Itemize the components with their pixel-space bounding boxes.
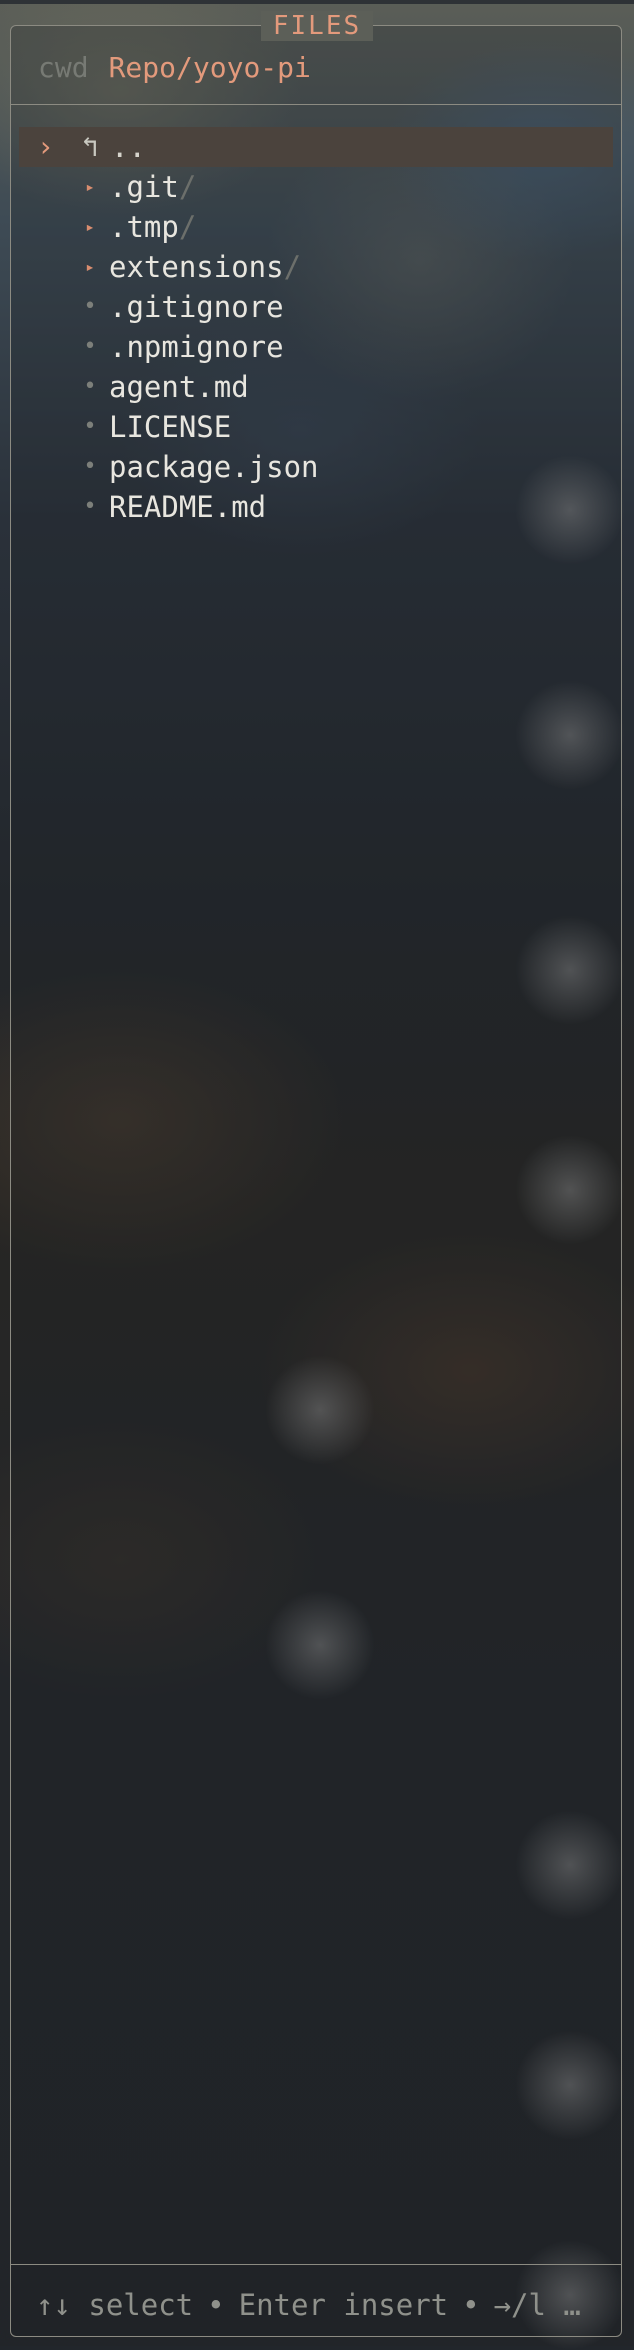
hint-separator: • [207,2288,225,2322]
hint-insert: Enter insert [238,2288,449,2322]
entry-name: agent.md [109,370,249,404]
entry-name: README.md [109,490,267,524]
file-dot-icon: • [83,494,97,519]
entry-label: LICENSE [109,407,231,447]
parent-directory-icon: ↰ [81,130,99,163]
entry-name: extensions [109,250,284,284]
cwd-row: cwd Repo/yoyo-pi [38,50,311,86]
folder-triangle-icon: ▸ [85,217,95,236]
entry-label: .git/ [109,167,196,207]
entry-name: .gitignore [109,290,284,324]
file-dot-icon: • [83,294,97,319]
folder-row[interactable]: ▸ extensions/ [19,247,613,287]
entry-name: .tmp [109,210,179,244]
folder-triangle-icon: ▸ [85,177,95,196]
file-row[interactable]: • .gitignore [19,287,613,327]
entry-label: .tmp/ [109,207,196,247]
file-row[interactable]: • .npmignore [19,327,613,367]
file-row[interactable]: • agent.md [19,367,613,407]
entry-label: agent.md [109,367,249,407]
panel-title-text: FILES [260,11,374,41]
entry-name: package.json [109,450,319,484]
selection-caret-icon: › [37,130,54,163]
entry-label: extensions/ [109,247,301,287]
file-dot-icon: • [83,374,97,399]
file-row[interactable]: • README.md [19,487,613,527]
hint-select: ↑↓ select [36,2288,194,2322]
folder-row[interactable]: ▸ .git/ [19,167,613,207]
panel-title: FILES [0,11,634,41]
window-top-edge [0,0,634,4]
entry-label: package.json [109,447,319,487]
footer-divider [10,2264,622,2265]
entry-label: .. [111,127,146,167]
entry-name: .git [109,170,179,204]
file-row[interactable]: • package.json [19,447,613,487]
folder-row[interactable]: ▸ .tmp/ [19,207,613,247]
entry-label: .gitignore [109,287,284,327]
file-dot-icon: • [83,414,97,439]
file-row-parent[interactable]: › ↰.. [19,127,613,167]
file-row[interactable]: • LICENSE [19,407,613,447]
file-dot-icon: • [83,334,97,359]
cwd-label: cwd [38,51,89,84]
entry-name: .npmignore [109,330,284,364]
entry-name: .. [111,130,146,164]
file-list: › ↰.. ▸ .git/▸ .tmp/▸ extensions/• .gitignore •… [19,127,613,527]
entry-label: .npmignore [109,327,284,367]
folder-suffix: / [283,250,302,284]
entry-label: README.md [109,487,266,527]
hint-open: →/l … [493,2288,581,2322]
header-divider [10,104,622,105]
folder-suffix: / [178,210,197,244]
cwd-path: Repo/yoyo-pi [108,51,311,84]
hint-separator: • [462,2288,480,2322]
folder-triangle-icon: ▸ [85,257,95,276]
folder-suffix: / [178,170,197,204]
file-dot-icon: • [83,454,97,479]
keybinding-hints: ↑↓ select • Enter insert • →/l … [36,2285,581,2325]
entry-name: LICENSE [109,410,232,444]
